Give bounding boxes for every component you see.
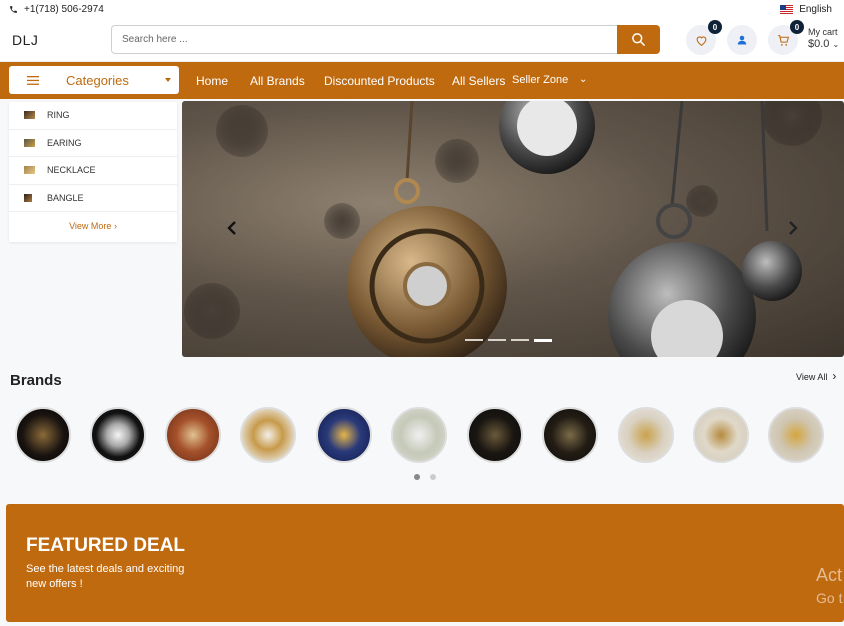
category-item-ring[interactable]: RING [9, 102, 177, 130]
nav-all-sellers[interactable]: All Sellers [452, 74, 505, 88]
carousel-dot[interactable] [511, 339, 529, 341]
language-selector[interactable]: English [780, 4, 832, 15]
category-label: EARING [47, 137, 82, 148]
brand-logo[interactable] [467, 407, 523, 463]
search-input[interactable] [111, 25, 617, 54]
cart-label: My cart [808, 27, 838, 37]
brands-title: Brands [10, 372, 62, 389]
view-more-link[interactable]: View More › [9, 212, 177, 239]
earing-thumbnail [24, 138, 35, 147]
brand-logo[interactable] [693, 407, 749, 463]
featured-deal-title: FEATURED DEAL [26, 535, 186, 556]
brand-logo[interactable] [768, 407, 824, 463]
heart-icon [696, 35, 706, 46]
pocket-watches-image [182, 101, 844, 357]
cart-count-badge: 0 [790, 20, 804, 34]
hero-banner[interactable] [182, 101, 844, 357]
wishlist-count-badge: 0 [708, 20, 722, 34]
main-nav: Categories Home All Brands Discounted Pr… [0, 62, 844, 99]
chevron-down-icon: ⌄ [832, 40, 840, 49]
user-icon [737, 35, 747, 45]
brand-logo[interactable] [618, 407, 674, 463]
bangle-thumbnail [24, 193, 32, 202]
brand-logo[interactable] [15, 407, 71, 463]
top-bar: +1(718) 506-2974 English [0, 0, 844, 18]
search-bar [111, 25, 660, 54]
categories-label: Categories [66, 72, 129, 88]
wishlist-button[interactable]: 0 [686, 20, 722, 55]
search-button[interactable] [617, 25, 660, 54]
brand-logo[interactable] [165, 407, 221, 463]
search-icon [632, 33, 645, 46]
chevron-right-icon: › [832, 369, 837, 383]
site-logo[interactable]: DLJ [12, 32, 38, 48]
phone-number[interactable]: +1(718) 506-2974 [24, 4, 104, 15]
featured-deal-section: FEATURED DEAL See the latest deals and e… [6, 504, 844, 622]
carousel-prev-arrow-icon[interactable] [227, 221, 237, 235]
cart-button[interactable]: 0 [768, 20, 804, 55]
category-item-bangle[interactable]: BANGLE [9, 185, 177, 212]
nav-discounted-products[interactable]: Discounted Products [324, 74, 435, 88]
carousel-dot-active[interactable] [414, 474, 420, 480]
us-flag-icon [780, 4, 794, 14]
category-label: BANGLE [47, 192, 84, 203]
category-item-earing[interactable]: EARING [9, 130, 177, 157]
necklace-thumbnail [24, 166, 35, 175]
brand-logo[interactable] [316, 407, 372, 463]
category-item-necklace[interactable]: NECKLACE [9, 157, 177, 185]
nav-seller-zone[interactable]: Seller Zone [512, 74, 568, 86]
featured-deal-subtitle: See the latest deals and exciting new of… [26, 563, 185, 590]
brand-logo[interactable] [542, 407, 598, 463]
carousel-dot[interactable] [488, 339, 506, 341]
language-label: English [799, 3, 832, 15]
carousel-dot-active[interactable] [534, 339, 552, 342]
nav-all-brands[interactable]: All Brands [250, 74, 305, 88]
category-sidebar: RING EARING NECKLACE BANGLE View More › [9, 102, 177, 242]
carousel-dot[interactable] [465, 339, 483, 341]
phone-icon [10, 5, 17, 13]
categories-dropdown[interactable]: Categories [9, 66, 179, 94]
brand-logo[interactable] [240, 407, 296, 463]
carousel-dot[interactable] [430, 474, 436, 480]
category-label: RING [47, 110, 70, 121]
category-label: NECKLACE [47, 165, 96, 176]
menu-icon [27, 75, 39, 85]
chevron-right-icon: › [113, 220, 117, 231]
carousel-next-arrow-icon[interactable] [788, 221, 798, 235]
brands-carousel-indicators [414, 474, 436, 480]
account-button[interactable] [727, 25, 757, 55]
cart-icon [777, 34, 789, 46]
ring-thumbnail [24, 111, 35, 120]
brand-logo[interactable] [90, 407, 146, 463]
nav-home[interactable]: Home [196, 74, 228, 88]
brand-logo[interactable] [391, 407, 447, 463]
carousel-indicators [465, 339, 552, 342]
cart-summary[interactable]: My cart $0.0 ⌄ [808, 26, 839, 51]
brands-view-all-link[interactable]: View All › [796, 369, 837, 383]
seller-zone-dropdown-icon[interactable]: ⌄ [579, 74, 587, 85]
windows-activation-watermark: Act Go t [816, 565, 843, 606]
caret-down-icon [165, 78, 171, 82]
contact-info: +1(718) 506-2974 [9, 4, 104, 15]
cart-amount: $0.0 [808, 38, 830, 50]
